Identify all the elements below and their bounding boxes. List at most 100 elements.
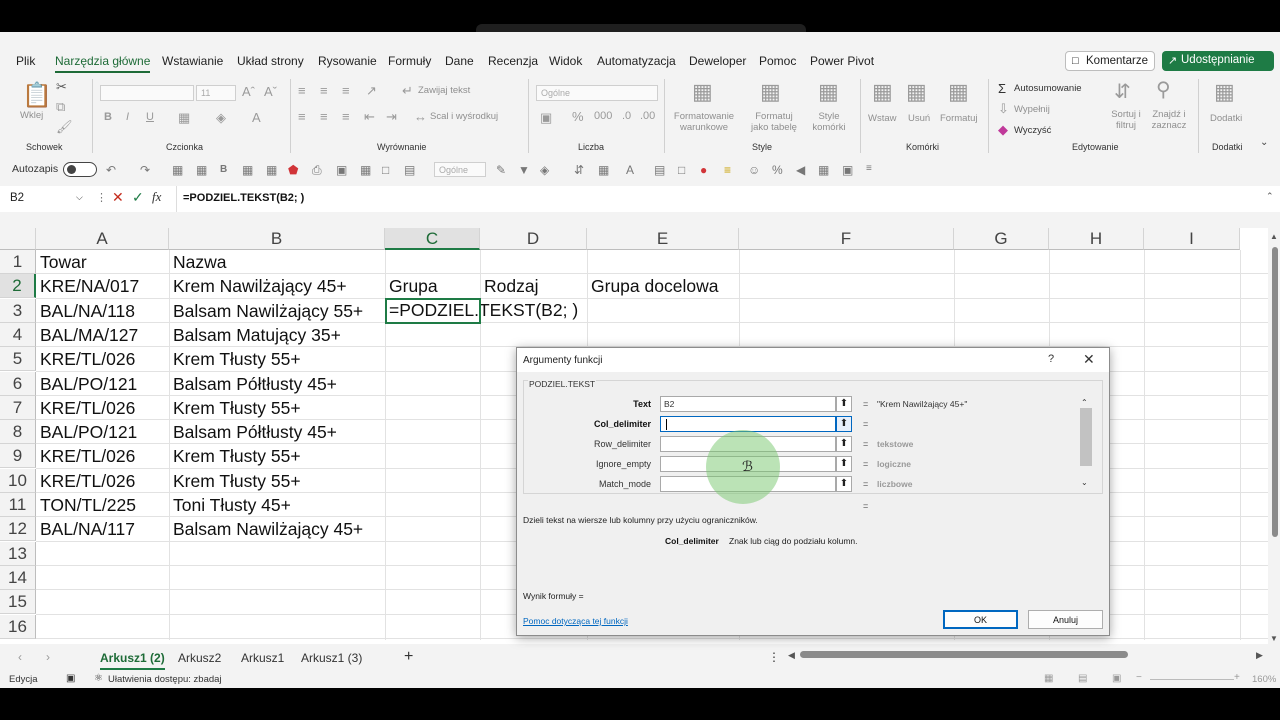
- cancel-button[interactable]: Anuluj: [1028, 610, 1103, 629]
- scroll-down-icon[interactable]: ⌄: [1081, 478, 1088, 487]
- row-header[interactable]: 11: [0, 493, 36, 517]
- record-icon[interactable]: ⬟: [288, 163, 298, 177]
- column-header-b[interactable]: B: [169, 228, 385, 250]
- cell-d1[interactable]: Rodzaj: [480, 274, 542, 298]
- scroll-right-icon[interactable]: ▶: [1256, 650, 1263, 661]
- formula-input[interactable]: =PODZIEL.TEKST(B2; ): [176, 186, 1266, 212]
- shapes-icon[interactable]: ▦: [360, 163, 371, 177]
- autosum-label[interactable]: Autosumowanie: [1014, 83, 1082, 94]
- row-header[interactable]: 14: [0, 565, 36, 590]
- autosave-toggle[interactable]: [63, 162, 97, 177]
- accounting-format-icon[interactable]: ▣: [540, 110, 552, 126]
- column-header-e[interactable]: E: [587, 228, 739, 250]
- column-header-h[interactable]: H: [1049, 228, 1144, 250]
- add-sheet-icon[interactable]: +: [404, 648, 413, 666]
- save-icon[interactable]: ▣: [842, 163, 853, 177]
- cell-b[interactable]: Krem Tłusty 55+: [169, 469, 305, 493]
- row-header[interactable]: 5: [0, 347, 36, 372]
- insert-function-icon[interactable]: fx: [152, 189, 161, 205]
- cell-b[interactable]: Krem Tłusty 55+: [169, 396, 305, 420]
- cell-c1[interactable]: Grupa: [385, 274, 442, 298]
- stack-icon[interactable]: ≡: [724, 163, 731, 177]
- accessibility-icon[interactable]: ⚛: [94, 673, 103, 684]
- cell-b[interactable]: Balsam Matujący 35+: [169, 323, 345, 347]
- page-layout-view-icon[interactable]: ▤: [1078, 673, 1087, 684]
- accessibility-status[interactable]: Ułatwienia dostępu: zbadaj: [108, 674, 222, 685]
- format-cells-icon[interactable]: ▦: [948, 79, 969, 105]
- function-help-link[interactable]: Pomoc dotycząca tej funkcji: [523, 616, 628, 626]
- fill-color-qat-icon[interactable]: ◈: [540, 163, 549, 177]
- delete-cells-label[interactable]: Usuń: [908, 113, 930, 124]
- increase-indent-icon[interactable]: ⇥: [386, 109, 397, 125]
- horizontal-scroll-thumb[interactable]: [800, 651, 1128, 658]
- find-select-label[interactable]: Znajdź i zaznacz: [1146, 109, 1192, 131]
- scroll-down-icon[interactable]: ▼: [1270, 634, 1278, 643]
- align-left-icon[interactable]: ≡: [298, 109, 306, 124]
- insert-cells-label[interactable]: Wstaw: [868, 113, 897, 124]
- cell-styles-icon[interactable]: ▦: [818, 79, 839, 105]
- cut-icon[interactable]: ✂: [56, 79, 67, 95]
- zoom-in-icon[interactable]: +: [1234, 672, 1240, 683]
- select-all-corner[interactable]: [0, 228, 36, 250]
- tab-formulas[interactable]: Formuły: [388, 54, 431, 68]
- scroll-left-icon[interactable]: ◀: [788, 650, 795, 661]
- layout-icon[interactable]: ▤: [654, 163, 665, 177]
- resize-icon[interactable]: □: [382, 163, 389, 177]
- cell-b[interactable]: Toni Tłusty 45+: [169, 493, 295, 517]
- format-cells-label[interactable]: Formatuj: [940, 113, 977, 124]
- font-name-combo[interactable]: [100, 85, 194, 101]
- zoom-level[interactable]: 160%: [1252, 674, 1276, 685]
- filter-icon[interactable]: ▼: [518, 163, 530, 177]
- table-icon[interactable]: ▦: [172, 163, 183, 177]
- fill-color-icon[interactable]: ◈: [216, 110, 226, 126]
- qat-format-combo[interactable]: Ogólne: [434, 162, 486, 177]
- name-box-dropdown-icon[interactable]: ⌵: [76, 192, 83, 203]
- camera-icon[interactable]: ▣: [336, 163, 347, 177]
- cell-b[interactable]: Balsam Nawilżający 45+: [169, 517, 367, 541]
- cell-b[interactable]: Krem Nawilżający 45+: [169, 274, 351, 298]
- dialog-icon[interactable]: ▦: [818, 163, 829, 177]
- merge-center-icon[interactable]: ↔: [414, 109, 427, 124]
- arguments-scroll-thumb[interactable]: [1080, 408, 1092, 466]
- increase-font-icon[interactable]: Aˆ: [242, 84, 255, 99]
- expand-formula-bar-icon[interactable]: ⌃: [1266, 191, 1274, 202]
- number-format-combo[interactable]: Ogólne: [536, 85, 658, 101]
- sheet-tab[interactable]: Arkusz2: [178, 651, 221, 665]
- back-icon[interactable]: ◀: [796, 163, 805, 177]
- tab-file[interactable]: Plik: [16, 54, 35, 68]
- zoom-out-icon[interactable]: −: [1136, 672, 1142, 683]
- row-header[interactable]: 9: [0, 444, 36, 469]
- orientation-icon[interactable]: ↗: [366, 83, 377, 99]
- collapse-dialog-button[interactable]: ⬆: [836, 436, 852, 452]
- conditional-formatting-label[interactable]: Formatowanie warunkowe: [670, 111, 738, 133]
- cell-a[interactable]: KRE/TL/026: [36, 347, 139, 371]
- percent-icon[interactable]: %: [572, 109, 584, 124]
- cell-a[interactable]: TON/TL/225: [36, 493, 140, 517]
- bold-qat-icon[interactable]: B: [220, 164, 227, 175]
- column-header-c[interactable]: C: [385, 228, 480, 250]
- redo-icon[interactable]: ↷: [140, 163, 150, 177]
- zoom-slider[interactable]: [1150, 679, 1234, 680]
- sort-filter-label[interactable]: Sortuj i filtruj: [1106, 109, 1146, 131]
- tab-split-handle-icon[interactable]: ⋮: [768, 650, 780, 664]
- addins-button-label[interactable]: Dodatki: [1210, 113, 1242, 124]
- row-header[interactable]: 4: [0, 322, 36, 347]
- format-as-table-label[interactable]: Formatuj jako tabelę: [746, 111, 802, 133]
- smiley-icon[interactable]: ☺: [748, 163, 760, 177]
- borders-qat-icon[interactable]: ▦: [242, 163, 253, 177]
- row-header[interactable]: 3: [0, 298, 36, 323]
- clear-label[interactable]: Wyczyść: [1014, 125, 1051, 136]
- fill-label[interactable]: Wypełnij: [1014, 104, 1050, 115]
- row-header[interactable]: 7: [0, 395, 36, 420]
- sheet-tab[interactable]: Arkusz1 (2): [100, 651, 165, 670]
- find-select-icon[interactable]: ⚲: [1156, 77, 1171, 102]
- tab-review[interactable]: Recenzja: [488, 54, 538, 68]
- row-header[interactable]: 6: [0, 371, 36, 396]
- grid-icon[interactable]: ▦: [196, 163, 207, 177]
- borders-icon[interactable]: ▦: [178, 110, 190, 126]
- paste-label[interactable]: Wklej: [20, 110, 43, 121]
- close-icon[interactable]: ✕: [1083, 351, 1095, 368]
- row-header[interactable]: 15: [0, 590, 36, 615]
- row-header[interactable]: 10: [0, 468, 36, 493]
- tab-view[interactable]: Widok: [549, 54, 582, 68]
